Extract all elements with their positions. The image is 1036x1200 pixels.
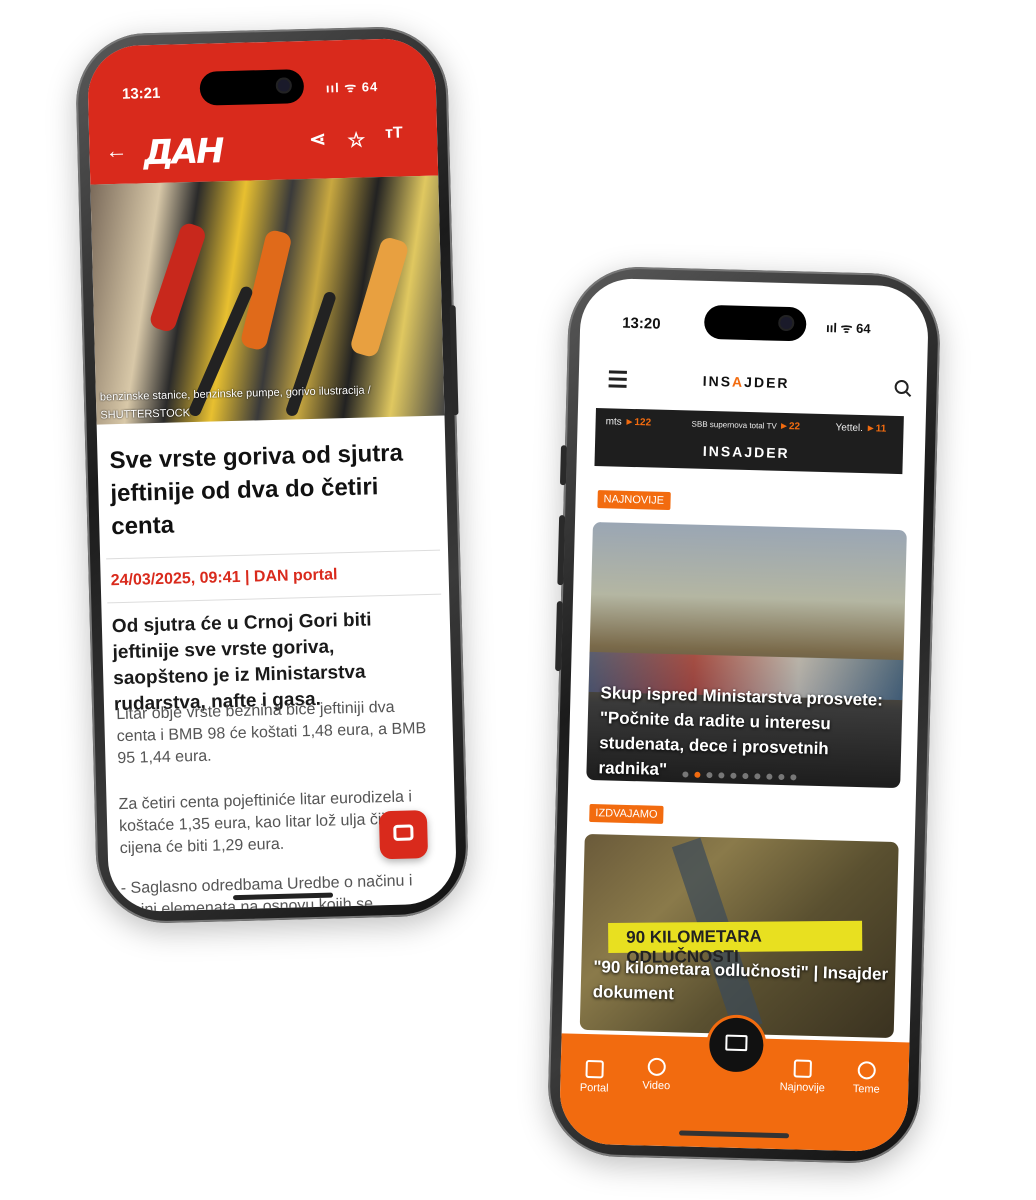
article-headline: Sve vrste goriva od sjutra jeftinije od … xyxy=(109,439,404,541)
channel-mts: mts ►122 xyxy=(605,416,652,429)
text-size-icon[interactable]: ᴛT xyxy=(385,124,403,142)
banner-title: INSAJDER xyxy=(702,442,790,462)
nav-portal[interactable]: Portal xyxy=(564,1059,625,1095)
play-icon xyxy=(647,1057,666,1077)
search-icon[interactable] xyxy=(894,379,909,395)
list-icon xyxy=(793,1059,812,1078)
dynamic-island xyxy=(199,69,305,106)
dan-logo: ДАН xyxy=(143,131,224,174)
menu-icon[interactable] xyxy=(608,370,627,391)
image-caption: benzinske stanice, benzinske pumpe, gori… xyxy=(99,384,371,422)
channel-sbb: SBB supernova total TV ►22 xyxy=(691,419,801,433)
article-meta: 24/03/2025, 09:41 | DAN portal xyxy=(110,566,338,590)
tv-channels-banner[interactable]: mts ►122 SBB supernova total TV ►22 Yett… xyxy=(594,408,904,475)
phone-insajder: 13:20 ııl ᯤ 64 INSAJDER mts ►122 SBB sup… xyxy=(546,265,942,1165)
card-title: "90 kilometara odlučnosti" | Insajder do… xyxy=(592,957,889,1004)
home-indicator[interactable] xyxy=(678,1130,790,1139)
dynamic-island xyxy=(703,304,807,342)
nav-latest[interactable]: Najnovije xyxy=(772,1059,833,1095)
divider xyxy=(106,549,441,560)
dan-header xyxy=(86,37,439,185)
carousel-dots[interactable] xyxy=(682,764,802,785)
portal-icon xyxy=(585,1059,604,1079)
share-icon[interactable]: ⋖ xyxy=(309,126,326,151)
title-band: 90 KILOMETARA ODLUČNOSTI xyxy=(608,920,863,967)
status-time: 13:21 xyxy=(121,84,161,103)
insajder-logo: INSAJDER xyxy=(702,372,790,392)
section-tag-latest: NAJNOVIJE xyxy=(597,490,671,510)
dan-screen: 13:21 ııl ᯤ 64 ← ДАН ⋖ ☆ ᴛT benzinske st… xyxy=(86,37,458,913)
power-button xyxy=(449,305,459,416)
status-icons: ııl ᯤ 64 xyxy=(825,320,871,337)
news-card-featured[interactable]: Skup ispred Ministarstva prosvete: "Počn… xyxy=(586,521,907,789)
section-tag-featured: IZDVAJAMO xyxy=(589,803,664,824)
action-button xyxy=(559,445,567,486)
status-icons: ııl ᯤ 64 xyxy=(325,79,379,96)
divider xyxy=(107,593,442,604)
insajder-screen: 13:20 ııl ᯤ 64 INSAJDER mts ►122 SBB sup… xyxy=(558,277,930,1153)
status-time: 13:20 xyxy=(621,314,661,333)
star-icon[interactable]: ☆ xyxy=(347,127,366,152)
nav-topics[interactable]: Teme xyxy=(836,1061,897,1097)
volume-up-button xyxy=(557,515,566,586)
comment-icon xyxy=(393,824,414,841)
article-paragraph: - Saglasno odredbama Uredbe o načinu i v… xyxy=(120,872,413,913)
channel-yettel: Yettel. ►11 xyxy=(835,422,887,435)
back-arrow-icon[interactable]: ← xyxy=(105,138,128,165)
comments-button[interactable] xyxy=(378,810,429,860)
nav-video[interactable]: Video xyxy=(626,1057,687,1093)
volume-down-button xyxy=(555,601,563,672)
article-paragraph: Litar obje vrste beznina biće jeftiniji … xyxy=(115,698,427,768)
tv-icon xyxy=(725,1034,748,1052)
history-icon xyxy=(857,1061,876,1080)
phone-dan: 13:21 ııl ᯤ 64 ← ДАН ⋖ ☆ ᴛT benzinske st… xyxy=(74,25,470,925)
news-card-documentary[interactable]: 90 KILOMETARA ODLUČNOSTI "90 kilometara … xyxy=(579,833,899,1039)
